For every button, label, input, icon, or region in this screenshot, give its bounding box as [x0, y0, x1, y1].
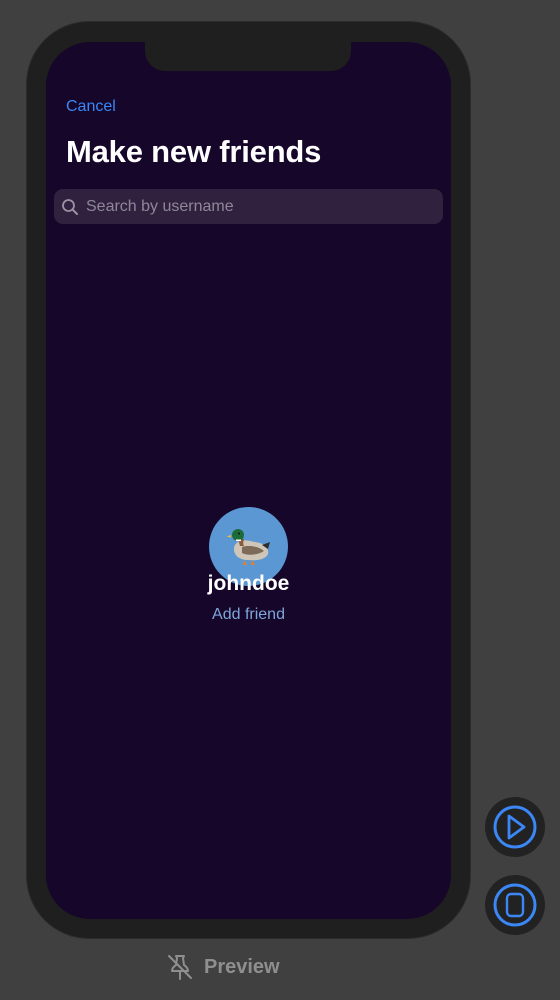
duck-icon [226, 528, 270, 565]
device-notch [145, 42, 351, 71]
device-settings-button[interactable] [485, 875, 545, 935]
add-friend-button[interactable]: Add friend [46, 606, 451, 624]
search-input[interactable] [84, 196, 428, 217]
play-icon [493, 805, 537, 849]
page-title: Make new friends [66, 134, 322, 169]
preview-pin-icon [168, 955, 192, 980]
username-label: johndoe [207, 572, 290, 595]
preview-label: Preview [204, 955, 280, 978]
cancel-button[interactable]: Cancel [66, 98, 116, 116]
search-bar[interactable] [54, 189, 443, 224]
preview-pin[interactable]: Preview [166, 953, 280, 981]
search-icon [62, 198, 78, 215]
app-screen: Cancel Make new friends j [46, 42, 451, 919]
live-preview-button[interactable] [485, 797, 545, 857]
device-frame: Cancel Make new friends j [27, 22, 470, 938]
device-icon [493, 883, 537, 927]
